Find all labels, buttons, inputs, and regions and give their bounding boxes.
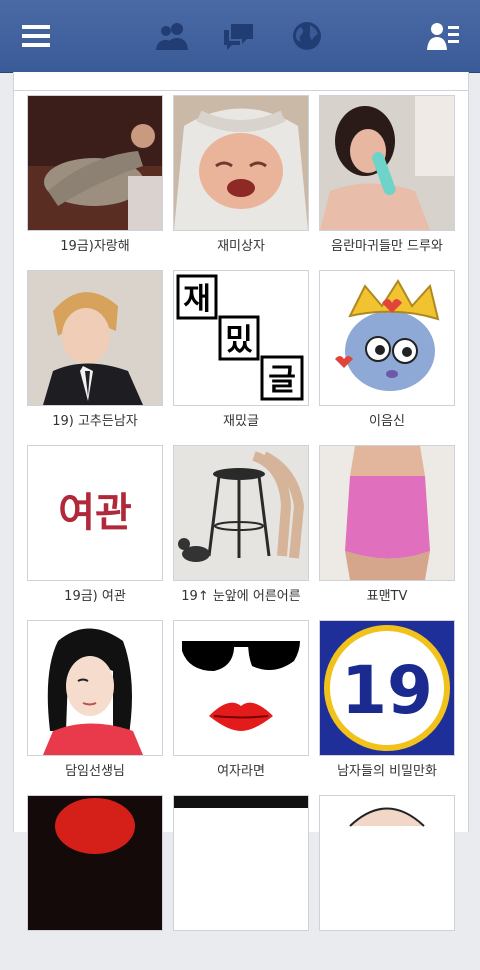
page-name[interactable]: 19금)자랑해 [21,235,169,254]
page-grid-container: 19금)자랑해 재미상자 음란마귀들만 드루와 19) 고추든남자 재 밌 글 … [13,72,469,931]
page-thumbnail[interactable] [27,270,163,406]
page-thumbnail[interactable]: 재 밌 글 [173,270,309,406]
page-card[interactable]: 표맨TV [319,445,455,620]
age-19-badge-text: 19 [341,652,433,729]
page-thumbnail[interactable] [319,445,455,581]
page-thumbnail[interactable] [27,795,163,931]
page-name[interactable]: 표맨TV [313,585,461,604]
page-name[interactable]: 담임선생님 [21,760,169,779]
contacts-list-icon[interactable] [424,18,462,54]
page-card[interactable]: 19 남자들의 비밀만화 [319,620,455,795]
page-card[interactable] [319,795,455,970]
page-grid: 19금)자랑해 재미상자 음란마귀들만 드루와 19) 고추든남자 재 밌 글 … [14,72,468,931]
page-name[interactable]: 남자들의 비밀만화 [313,760,461,779]
page-card[interactable]: 담임선생님 [27,620,163,795]
globe-icon[interactable] [288,18,326,54]
page-card[interactable]: 여자라면 [173,620,309,795]
top-navigation-bar [0,0,480,73]
page-name[interactable]: 음란마귀들만 드루와 [313,235,461,254]
page-thumbnail[interactable] [319,795,455,931]
mit-syllable: 밌 [225,323,253,358]
messages-icon[interactable] [220,18,258,54]
page-card[interactable]: 재 밌 글 재밌글 [173,270,309,445]
page-card[interactable]: 음란마귀들만 드루와 [319,95,455,270]
page-card[interactable]: 재미상자 [173,95,309,270]
geul-syllable: 글 [268,363,296,398]
page-name[interactable]: 재미상자 [167,235,315,254]
page-thumbnail[interactable]: 여관 [27,445,163,581]
page-name[interactable]: 19↑ 눈앞에 어른어른 [167,585,315,604]
page-name[interactable]: 재밌글 [167,410,315,429]
page-card[interactable]: 19↑ 눈앞에 어른어른 [173,445,309,620]
page-card[interactable] [173,795,309,970]
page-name[interactable]: 19) 고추든남자 [21,410,169,429]
page-card[interactable]: 이음신 [319,270,455,445]
page-card[interactable] [27,795,163,970]
page-name[interactable]: 여자라면 [167,760,315,779]
jae-syllable: 재 [183,282,211,317]
page-name[interactable]: 이음신 [313,410,461,429]
page-thumbnail[interactable] [27,620,163,756]
page-thumbnail[interactable] [27,95,163,231]
page-card[interactable]: 19금)자랑해 [27,95,163,270]
page-thumbnail[interactable] [173,795,309,931]
page-thumbnail[interactable] [173,620,309,756]
page-thumbnail[interactable] [319,95,455,231]
page-thumbnail[interactable]: 19 [319,620,455,756]
page-name[interactable]: 19금) 여관 [21,585,169,604]
page-card[interactable]: 여관 19금) 여관 [27,445,163,620]
yeogwan-logo-text: 여관 [58,489,132,536]
page-card[interactable]: 19) 고추든남자 [27,270,163,445]
page-thumbnail[interactable] [319,270,455,406]
page-thumbnail[interactable] [173,445,309,581]
friends-icon[interactable] [153,18,191,54]
menu-icon[interactable] [18,18,56,54]
page-thumbnail[interactable] [173,95,309,231]
